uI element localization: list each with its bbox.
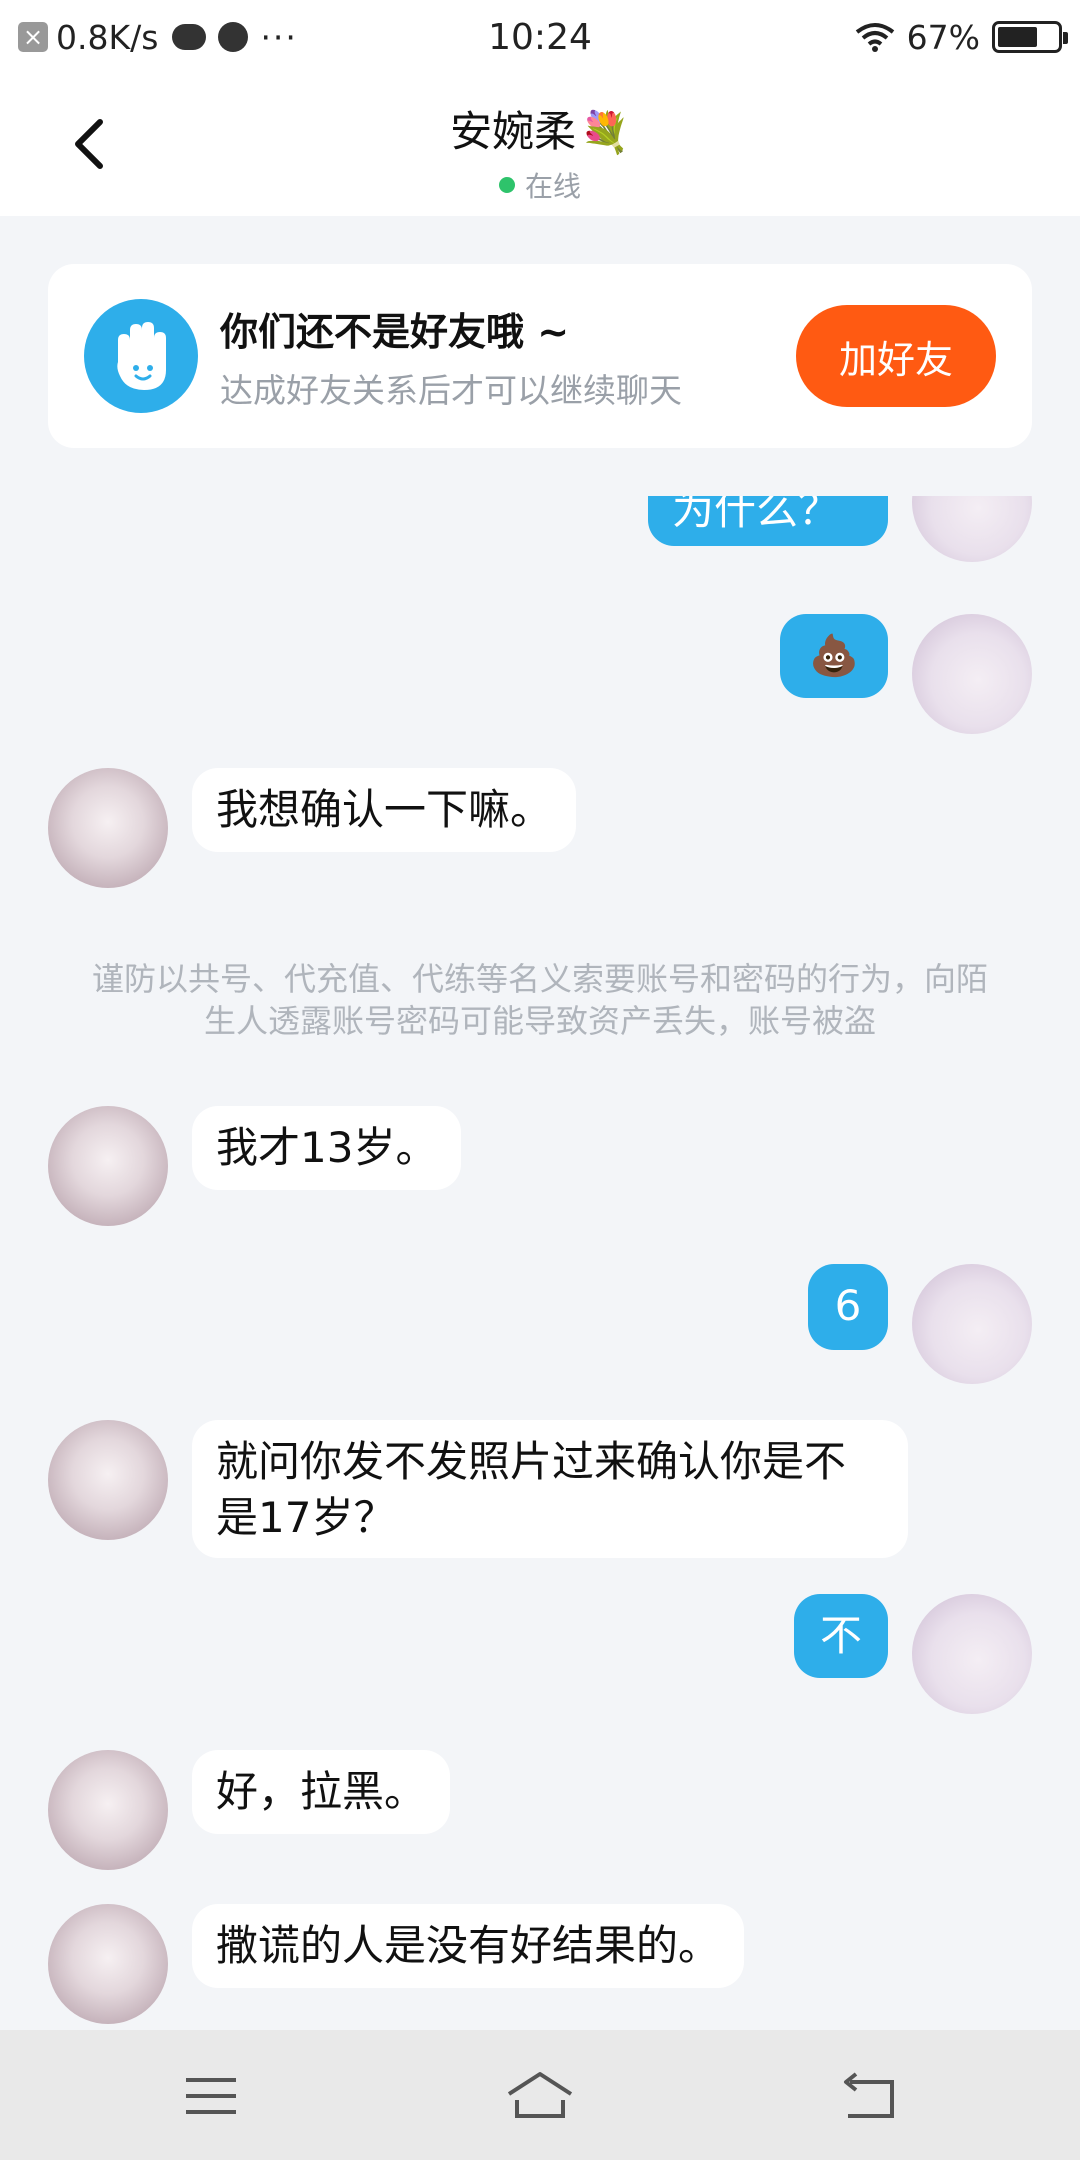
cloud-icon bbox=[172, 24, 207, 50]
contact-avatar[interactable] bbox=[48, 768, 168, 888]
battery-fill bbox=[998, 27, 1037, 47]
contact-avatar[interactable] bbox=[48, 1750, 168, 1870]
banner-title: 你们还不是好友哦 ~ bbox=[220, 309, 570, 354]
online-status: 在线 bbox=[0, 165, 1080, 205]
message-bubble-outgoing[interactable]: 6 bbox=[808, 1264, 888, 1350]
battery-percent: 67% bbox=[906, 17, 980, 57]
message-bubble-outgoing[interactable]: 💩 bbox=[780, 614, 888, 698]
online-status-label: 在线 bbox=[524, 170, 581, 203]
system-nav-bar bbox=[0, 2030, 1080, 2160]
message-bubble-incoming[interactable]: 就问你发不发照片过来确认你是不是17岁？ bbox=[192, 1420, 908, 1558]
message-bubble-outgoing[interactable]: 不 bbox=[794, 1594, 888, 1678]
not-friends-banner: 你们还不是好友哦 ~ 达成好友关系后才可以继续聊天 加好友 bbox=[48, 264, 1032, 448]
battery-icon bbox=[992, 21, 1068, 53]
online-dot-icon bbox=[498, 177, 515, 193]
message-bubble-incoming[interactable]: 撒谎的人是没有好结果的。 bbox=[192, 1904, 745, 1988]
my-avatar[interactable] bbox=[912, 614, 1032, 734]
more-dots: ··· bbox=[260, 17, 298, 57]
security-notice: 谨防以共号、代充值、代练等名义索要账号和密码的行为，向陌生人透露账号密码可能导致… bbox=[91, 960, 988, 1040]
message-bubble-incoming[interactable]: 好，拉黑。 bbox=[192, 1750, 451, 1834]
contact-avatar[interactable] bbox=[48, 1904, 168, 2024]
status-bar: × 0.8K/s ··· 10:24 67% bbox=[0, 0, 1080, 74]
contact-avatar[interactable] bbox=[48, 1106, 168, 1226]
message-bubble-outgoing[interactable]: 为什么？ bbox=[648, 496, 888, 546]
add-friend-button[interactable]: 加好友 bbox=[796, 305, 996, 407]
title-block: 安婉柔 💐 在线 bbox=[0, 98, 1080, 205]
wifi-icon bbox=[855, 23, 894, 52]
planet-icon bbox=[218, 22, 249, 52]
menu-icon[interactable] bbox=[176, 2066, 246, 2126]
status-left: × 0.8K/s ··· bbox=[18, 18, 298, 57]
my-avatar[interactable] bbox=[912, 496, 1032, 562]
contact-name: 安婉柔 bbox=[450, 107, 577, 156]
chat-header: 安婉柔 💐 在线 bbox=[0, 74, 1080, 216]
chat-list[interactable]: 为什么？ 💩 我想确认一下嘛。 谨防以共号、代充值、代练等名义索要账号和密码的行… bbox=[0, 496, 1080, 2030]
status-right: 67% bbox=[855, 17, 1068, 57]
my-avatar[interactable] bbox=[912, 1594, 1032, 1714]
bouquet-icon: 💐 bbox=[580, 110, 630, 156]
message-bubble-incoming[interactable]: 我才13岁。 bbox=[192, 1106, 462, 1190]
network-speed: 0.8K/s bbox=[56, 17, 159, 57]
message-bubble-incoming[interactable]: 我想确认一下嘛。 bbox=[192, 768, 577, 852]
wave-hand-icon bbox=[84, 299, 198, 413]
banner-subtitle: 达成好友关系后才可以继续聊天 bbox=[220, 370, 682, 410]
contact-avatar[interactable] bbox=[48, 1420, 168, 1540]
contact-name-row: 安婉柔 💐 bbox=[0, 98, 1080, 159]
home-icon[interactable] bbox=[505, 2066, 575, 2126]
my-avatar[interactable] bbox=[912, 1264, 1032, 1384]
close-notification-icon: × bbox=[18, 22, 48, 52]
back-nav-icon[interactable] bbox=[834, 2066, 904, 2126]
banner-text: 你们还不是好友哦 ~ 达成好友关系后才可以继续聊天 bbox=[220, 301, 796, 412]
